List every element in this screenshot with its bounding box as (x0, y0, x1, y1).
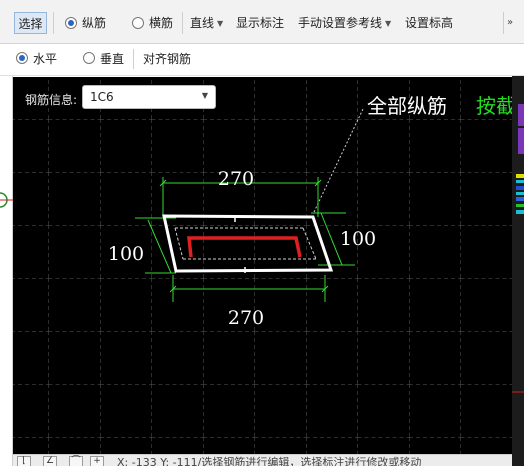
rebar-info-select[interactable]: 1C6 ▼ (82, 85, 216, 109)
secondary-toolbar: 水平 垂直 对齐钢筋 (0, 44, 524, 76)
annotation-all-longitudinal[interactable]: 全部纵筋 (367, 94, 447, 118)
annotation-green-partial[interactable]: 按截 (476, 94, 512, 118)
toolbar-separator (133, 49, 134, 69)
dimension-bottom-text[interactable]: 270 (228, 307, 264, 329)
chevron-down-icon: ▼ (385, 19, 392, 28)
draw-arc-tool-icon[interactable]: ⌒ (69, 456, 83, 466)
toolbar-separator (182, 12, 183, 34)
add-point-tool-icon[interactable]: + (90, 456, 104, 466)
line-type-label: 直线 (190, 16, 215, 30)
toolbar-separator (53, 12, 54, 34)
show-annotation-button[interactable]: 显示标注 (236, 14, 284, 32)
dimension-left-text[interactable]: 100 (108, 243, 144, 265)
left-side-panel (0, 76, 13, 466)
radio-vertical-icon[interactable] (83, 52, 95, 64)
dimension-right-text[interactable]: 100 (340, 228, 376, 250)
status-bar: ⌊ ∠ ⌒ + X: -133 Y: -111/选择钢筋进行编辑，选择标注进行修… (13, 454, 512, 466)
radio-vertical-label[interactable]: 垂直 (100, 50, 124, 68)
rebar-info-value: 1C6 (90, 90, 114, 104)
dimension-top-text[interactable]: 270 (218, 168, 254, 190)
status-text: X: -133 Y: -111/选择钢筋进行编辑，选择标注进行修改或移动 (117, 456, 422, 466)
grid-background (13, 77, 512, 454)
manual-reference-line-dropdown[interactable]: 手动设置参考线 ▼ (298, 14, 391, 32)
select-button[interactable]: 选择 (14, 12, 47, 34)
radio-horizontal-label[interactable]: 水平 (33, 50, 57, 68)
radio-transverse-icon[interactable] (132, 17, 144, 29)
radio-transverse-label[interactable]: 横筋 (149, 14, 173, 32)
right-side-panel (512, 76, 524, 466)
toolbar-overflow-icon[interactable]: » (503, 12, 516, 34)
line-type-dropdown[interactable]: 直线 ▼ (190, 14, 223, 32)
chevron-down-icon: ▼ (201, 91, 208, 100)
left-panel-marker (0, 192, 13, 208)
canvas-drawing: 270 270 100 100 全部纵筋 按截 (13, 77, 512, 454)
radio-longitudinal-label[interactable]: 纵筋 (82, 14, 106, 32)
radio-longitudinal-selected-icon[interactable] (65, 17, 77, 29)
right-panel-color-bars (512, 104, 524, 393)
manual-reference-line-label: 手动设置参考线 (298, 16, 383, 30)
draw-angle-tool-icon[interactable]: ∠ (43, 456, 57, 466)
draw-line-tool-icon[interactable]: ⌊ (17, 456, 31, 466)
rebar-info-label: 钢筋信息: (25, 93, 78, 107)
top-toolbar: 选择 纵筋 横筋 直线 ▼ 显示标注 手动设置参考线 ▼ 设置标高 » (0, 0, 524, 44)
align-rebar-button[interactable]: 对齐钢筋 (143, 50, 191, 68)
chevron-down-icon: ▼ (217, 19, 224, 28)
radio-horizontal-selected-icon[interactable] (16, 52, 28, 64)
set-elevation-button[interactable]: 设置标高 (405, 14, 453, 32)
drawing-canvas[interactable]: 270 270 100 100 全部纵筋 按截 钢筋信息: 1C6 ▼ (13, 77, 512, 454)
